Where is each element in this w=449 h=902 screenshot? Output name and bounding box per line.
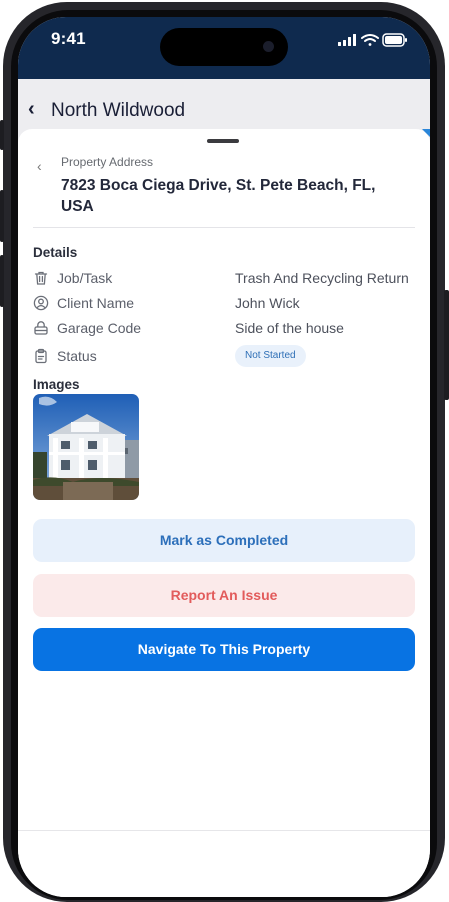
- property-address-label: Property Address: [61, 155, 154, 169]
- silent-switch: [0, 120, 4, 150]
- volume-up-button: [0, 190, 4, 242]
- details-heading: Details: [33, 245, 78, 260]
- dynamic-island: [160, 28, 288, 66]
- status-icons: [338, 33, 407, 47]
- property-address-value: 7823 Boca Ciega Drive, St. Pete Beach, F…: [61, 177, 376, 215]
- detail-row-job-task: Job/Task Trash And Recycling Return: [33, 269, 418, 289]
- detail-row-status: Status Not Started: [33, 345, 418, 367]
- signal-icon: [338, 34, 356, 46]
- phone-screen: 9:41 ‹ North Wildwood ‹ Property Address…: [18, 17, 430, 897]
- navigate-button[interactable]: Navigate To This Property: [33, 628, 415, 671]
- mark-completed-button[interactable]: Mark as Completed: [33, 519, 415, 562]
- client-name-label: Client Name: [57, 295, 135, 311]
- volume-down-button: [0, 255, 4, 307]
- status-label: Status: [57, 348, 97, 364]
- battery-icon: [382, 33, 407, 47]
- user-icon: [33, 295, 49, 311]
- status-badge: Not Started: [235, 345, 306, 367]
- report-issue-button[interactable]: Report An Issue: [33, 574, 415, 617]
- divider: [33, 227, 415, 228]
- sheet-drag-handle[interactable]: [207, 139, 239, 143]
- garage-code-label: Garage Code: [57, 320, 142, 336]
- job-task-value: Trash And Recycling Return: [235, 270, 409, 286]
- detail-row-client-name: Client Name John Wick: [33, 294, 418, 314]
- property-sheet: ‹ Property Address 7823 Boca Ciega Drive…: [18, 129, 430, 897]
- back-chevron-icon[interactable]: ‹: [28, 98, 35, 121]
- property-photo[interactable]: [33, 394, 139, 500]
- status-time: 9:41: [51, 29, 86, 48]
- detail-row-garage-code: Garage Code Side of the house: [33, 319, 418, 339]
- address-back-icon[interactable]: ‹: [37, 158, 42, 174]
- job-task-label: Job/Task: [57, 270, 113, 286]
- sheet-accent: [422, 129, 430, 137]
- camera-icon: [263, 41, 274, 52]
- trash-icon: [34, 271, 48, 285]
- garage-code-value: Side of the house: [235, 320, 344, 336]
- power-button: [444, 290, 449, 400]
- lock-icon: [34, 321, 48, 335]
- images-heading: Images: [33, 377, 80, 392]
- clipboard-icon: [35, 348, 47, 364]
- wifi-icon: [361, 34, 379, 46]
- status-bar: 9:41: [18, 17, 430, 79]
- page-title: North Wildwood: [51, 100, 186, 121]
- bottom-divider: [18, 830, 430, 831]
- client-name-value: John Wick: [235, 295, 300, 311]
